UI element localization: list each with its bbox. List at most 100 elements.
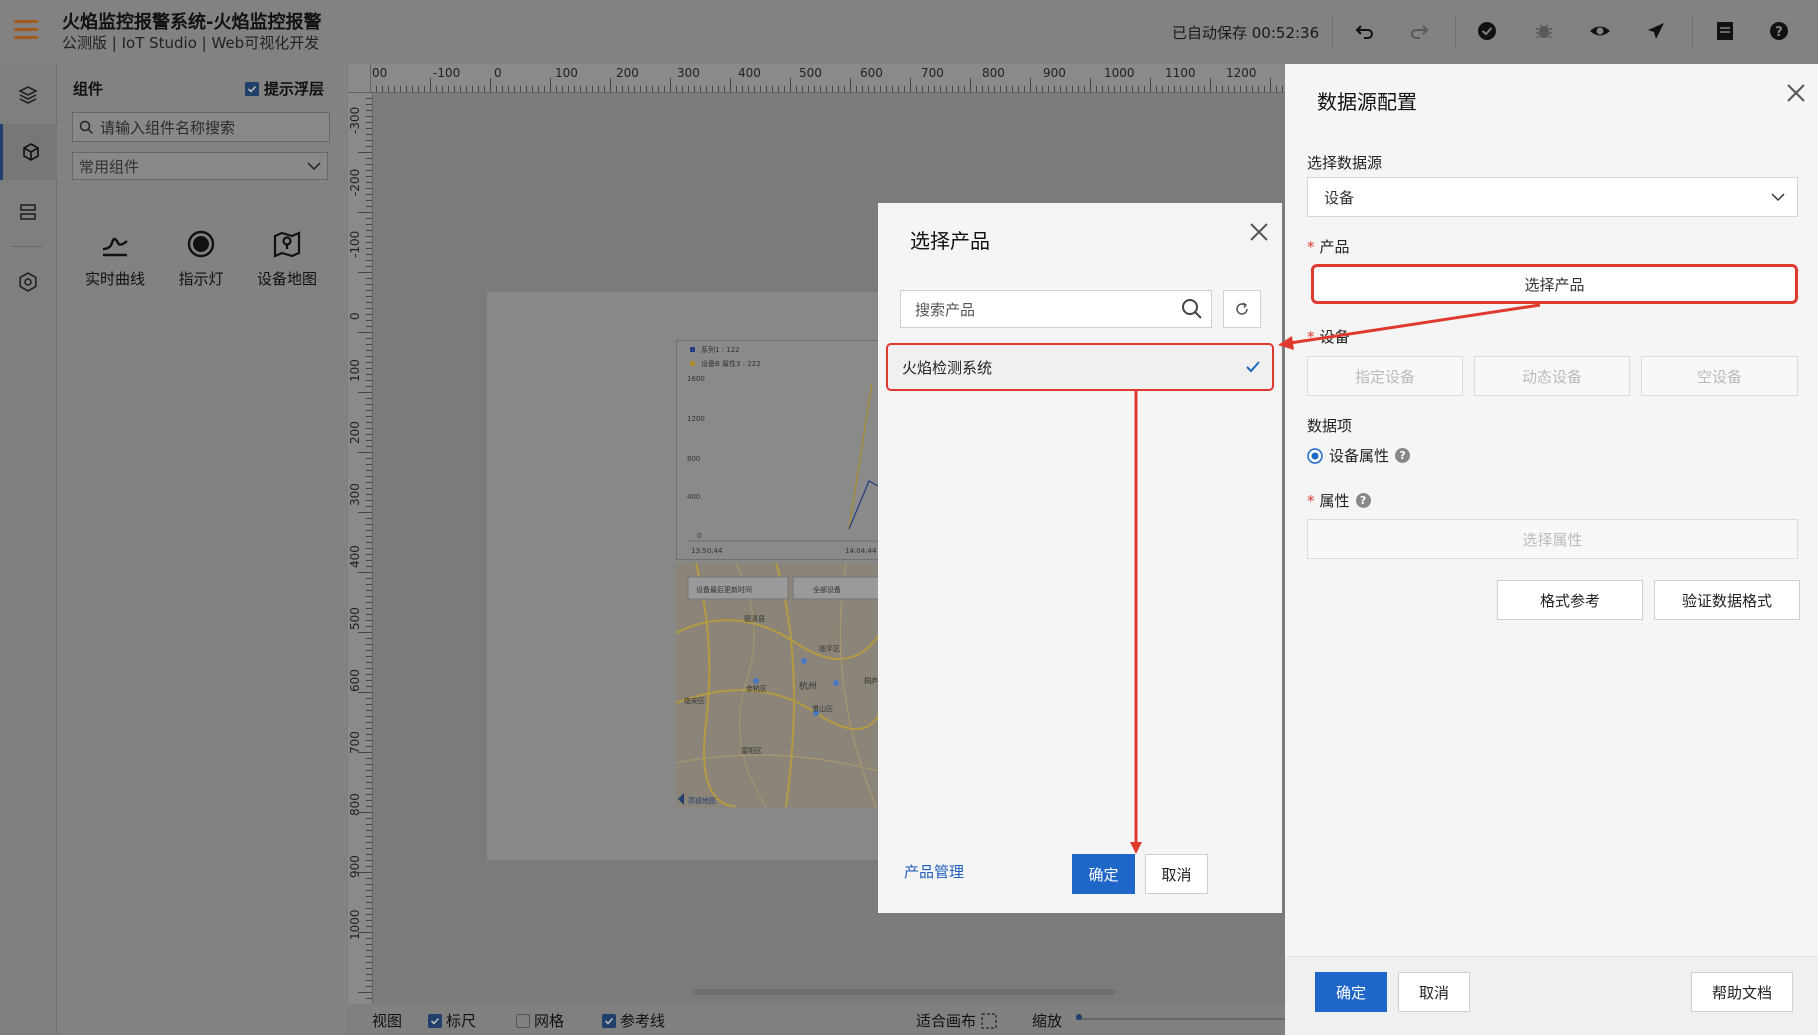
ruler-tick — [1018, 86, 1019, 92]
chart-preview[interactable]: 系列1 : 122 设备B 属性3 : 222 1600 1200 800 40… — [676, 340, 888, 560]
legend-label: 系列1 : 122 — [701, 345, 740, 354]
product-label-text: 产品 — [1319, 238, 1350, 256]
help-question-icon[interactable]: ? — [1395, 448, 1411, 463]
specified-device-button[interactable]: 指定设备 — [1307, 356, 1463, 396]
legend-swatch — [690, 347, 695, 352]
layers-icon[interactable] — [0, 67, 56, 123]
select-product-button[interactable]: 选择产品 — [1311, 264, 1798, 304]
ruler-tick — [496, 86, 497, 92]
radio-selected-icon[interactable] — [1307, 447, 1323, 464]
ruler-tick — [366, 470, 372, 471]
ruler-tick — [460, 86, 461, 92]
component-indicator-light[interactable]: 指示灯 — [161, 224, 241, 289]
product-manage-link[interactable]: 产品管理 — [904, 861, 964, 882]
tooltip-layer-toggle[interactable]: 提示浮层 — [245, 78, 324, 99]
checkbox-checked-icon[interactable] — [602, 1013, 616, 1028]
components-cube-icon[interactable] — [0, 124, 59, 180]
ruler-tick — [366, 458, 372, 459]
dynamic-device-button[interactable]: 动态设备 — [1474, 356, 1630, 396]
checkbox-checked-icon[interactable] — [245, 81, 259, 96]
product-list-item[interactable]: 火焰检测系统 — [886, 343, 1274, 391]
settings-gear-icon[interactable] — [0, 254, 56, 310]
document-icon[interactable] — [1710, 16, 1740, 46]
toolbar-divider — [1332, 14, 1333, 50]
close-icon[interactable] — [1248, 221, 1270, 247]
ruler-tick — [1114, 86, 1115, 92]
ruler-tick — [366, 476, 372, 477]
ruler-label: 900 — [1043, 66, 1066, 80]
ruler-tick — [964, 86, 965, 92]
ruler-tick — [580, 86, 581, 92]
ruler-tick — [1276, 86, 1277, 92]
zoom-slider-handle[interactable] — [1076, 1014, 1082, 1020]
search-icon[interactable] — [1181, 298, 1203, 320]
ruler-tick — [910, 78, 911, 92]
debug-bug-icon[interactable] — [1529, 16, 1559, 46]
ruler-label: 400 — [738, 66, 761, 80]
component-category-select[interactable]: 常用组件 — [72, 152, 328, 180]
product-search-input[interactable]: 搜索产品 — [900, 290, 1212, 328]
checkbox-unchecked-icon[interactable] — [516, 1013, 530, 1028]
pages-list-icon[interactable] — [0, 184, 56, 240]
ruler-tick — [366, 578, 372, 579]
chevron-down-icon — [307, 162, 321, 171]
preview-eye-icon[interactable] — [1585, 16, 1615, 46]
drawer-footer: 确定 取消 帮助文档 — [1285, 956, 1818, 1035]
ruler-tick — [366, 710, 372, 711]
check-circle-icon[interactable] — [1472, 16, 1502, 46]
select-property-button[interactable]: 选择属性 — [1307, 519, 1798, 559]
ruler-tick — [366, 506, 372, 507]
ruler-toggle[interactable]: 标尺 — [428, 1010, 476, 1031]
redo-icon[interactable] — [1404, 16, 1434, 46]
dataitem-label: 数据项 — [1307, 417, 1353, 435]
ruler-tick — [724, 86, 725, 92]
checkbox-checked-icon[interactable] — [428, 1013, 442, 1028]
guides-toggle[interactable]: 参考线 — [602, 1010, 665, 1031]
fit-canvas-button[interactable]: 适合画布 — [916, 1010, 997, 1031]
ruler-tick — [1252, 86, 1253, 92]
ruler-tick — [366, 626, 372, 627]
ruler-tick — [634, 86, 635, 92]
modal-confirm-button[interactable]: 确定 — [1072, 854, 1135, 894]
ruler-tick — [1078, 86, 1079, 92]
help-question-icon[interactable]: ? — [1355, 493, 1371, 508]
ruler-tick — [1048, 86, 1049, 92]
collapse-panel-chevron-icon[interactable]: ‹ — [350, 556, 356, 572]
ruler-tick — [1228, 86, 1229, 92]
ruler-tick — [574, 86, 575, 92]
refresh-button[interactable] — [1223, 290, 1261, 328]
device-property-radio[interactable]: 设备属性 ? — [1307, 445, 1411, 466]
modal-cancel-button[interactable]: 取消 — [1145, 854, 1208, 894]
component-search-input[interactable]: 请输入组件名称搜索 — [72, 112, 330, 142]
ruler-tick — [490, 78, 491, 92]
hamburger-menu-icon[interactable] — [14, 20, 38, 42]
map-preview[interactable]: 设备最后更新时间 全部设备 杭州 余杭区 临平区 萧山区 富阳区 临安区 德清县… — [676, 563, 886, 807]
ruler-tick — [952, 86, 953, 92]
canvas-horizontal-scrollbar[interactable] — [693, 989, 1116, 995]
validate-format-button[interactable]: 验证数据格式 — [1654, 580, 1800, 620]
ruler-tick — [366, 188, 372, 189]
grid-toggle[interactable]: 网格 — [516, 1010, 564, 1031]
ruler-tick — [1264, 86, 1265, 92]
ruler-tick — [366, 224, 372, 225]
datasource-select[interactable]: 设备 — [1307, 177, 1798, 217]
ruler-tick — [366, 164, 372, 165]
help-docs-button[interactable]: 帮助文档 — [1691, 972, 1793, 1012]
undo-icon[interactable] — [1350, 16, 1380, 46]
drawer-cancel-button[interactable]: 取消 — [1398, 972, 1470, 1012]
component-realtime-curve[interactable]: 实时曲线 — [75, 224, 155, 289]
component-device-map[interactable]: 设备地图 — [247, 224, 327, 289]
close-icon[interactable] — [1785, 82, 1807, 108]
drawer-confirm-button[interactable]: 确定 — [1315, 972, 1387, 1012]
ruler-tick — [664, 86, 665, 92]
zoom-slider[interactable] — [1076, 1018, 1288, 1020]
ruler-tick — [1096, 86, 1097, 92]
component-label: 指示灯 — [178, 270, 224, 288]
ruler-tick — [1156, 86, 1157, 92]
ruler-tick — [366, 662, 372, 663]
publish-send-icon[interactable] — [1641, 16, 1671, 46]
empty-device-button[interactable]: 空设备 — [1641, 356, 1798, 396]
ruler-tick — [366, 644, 372, 645]
format-reference-button[interactable]: 格式参考 — [1497, 580, 1643, 620]
help-icon[interactable]: ? — [1764, 16, 1794, 46]
